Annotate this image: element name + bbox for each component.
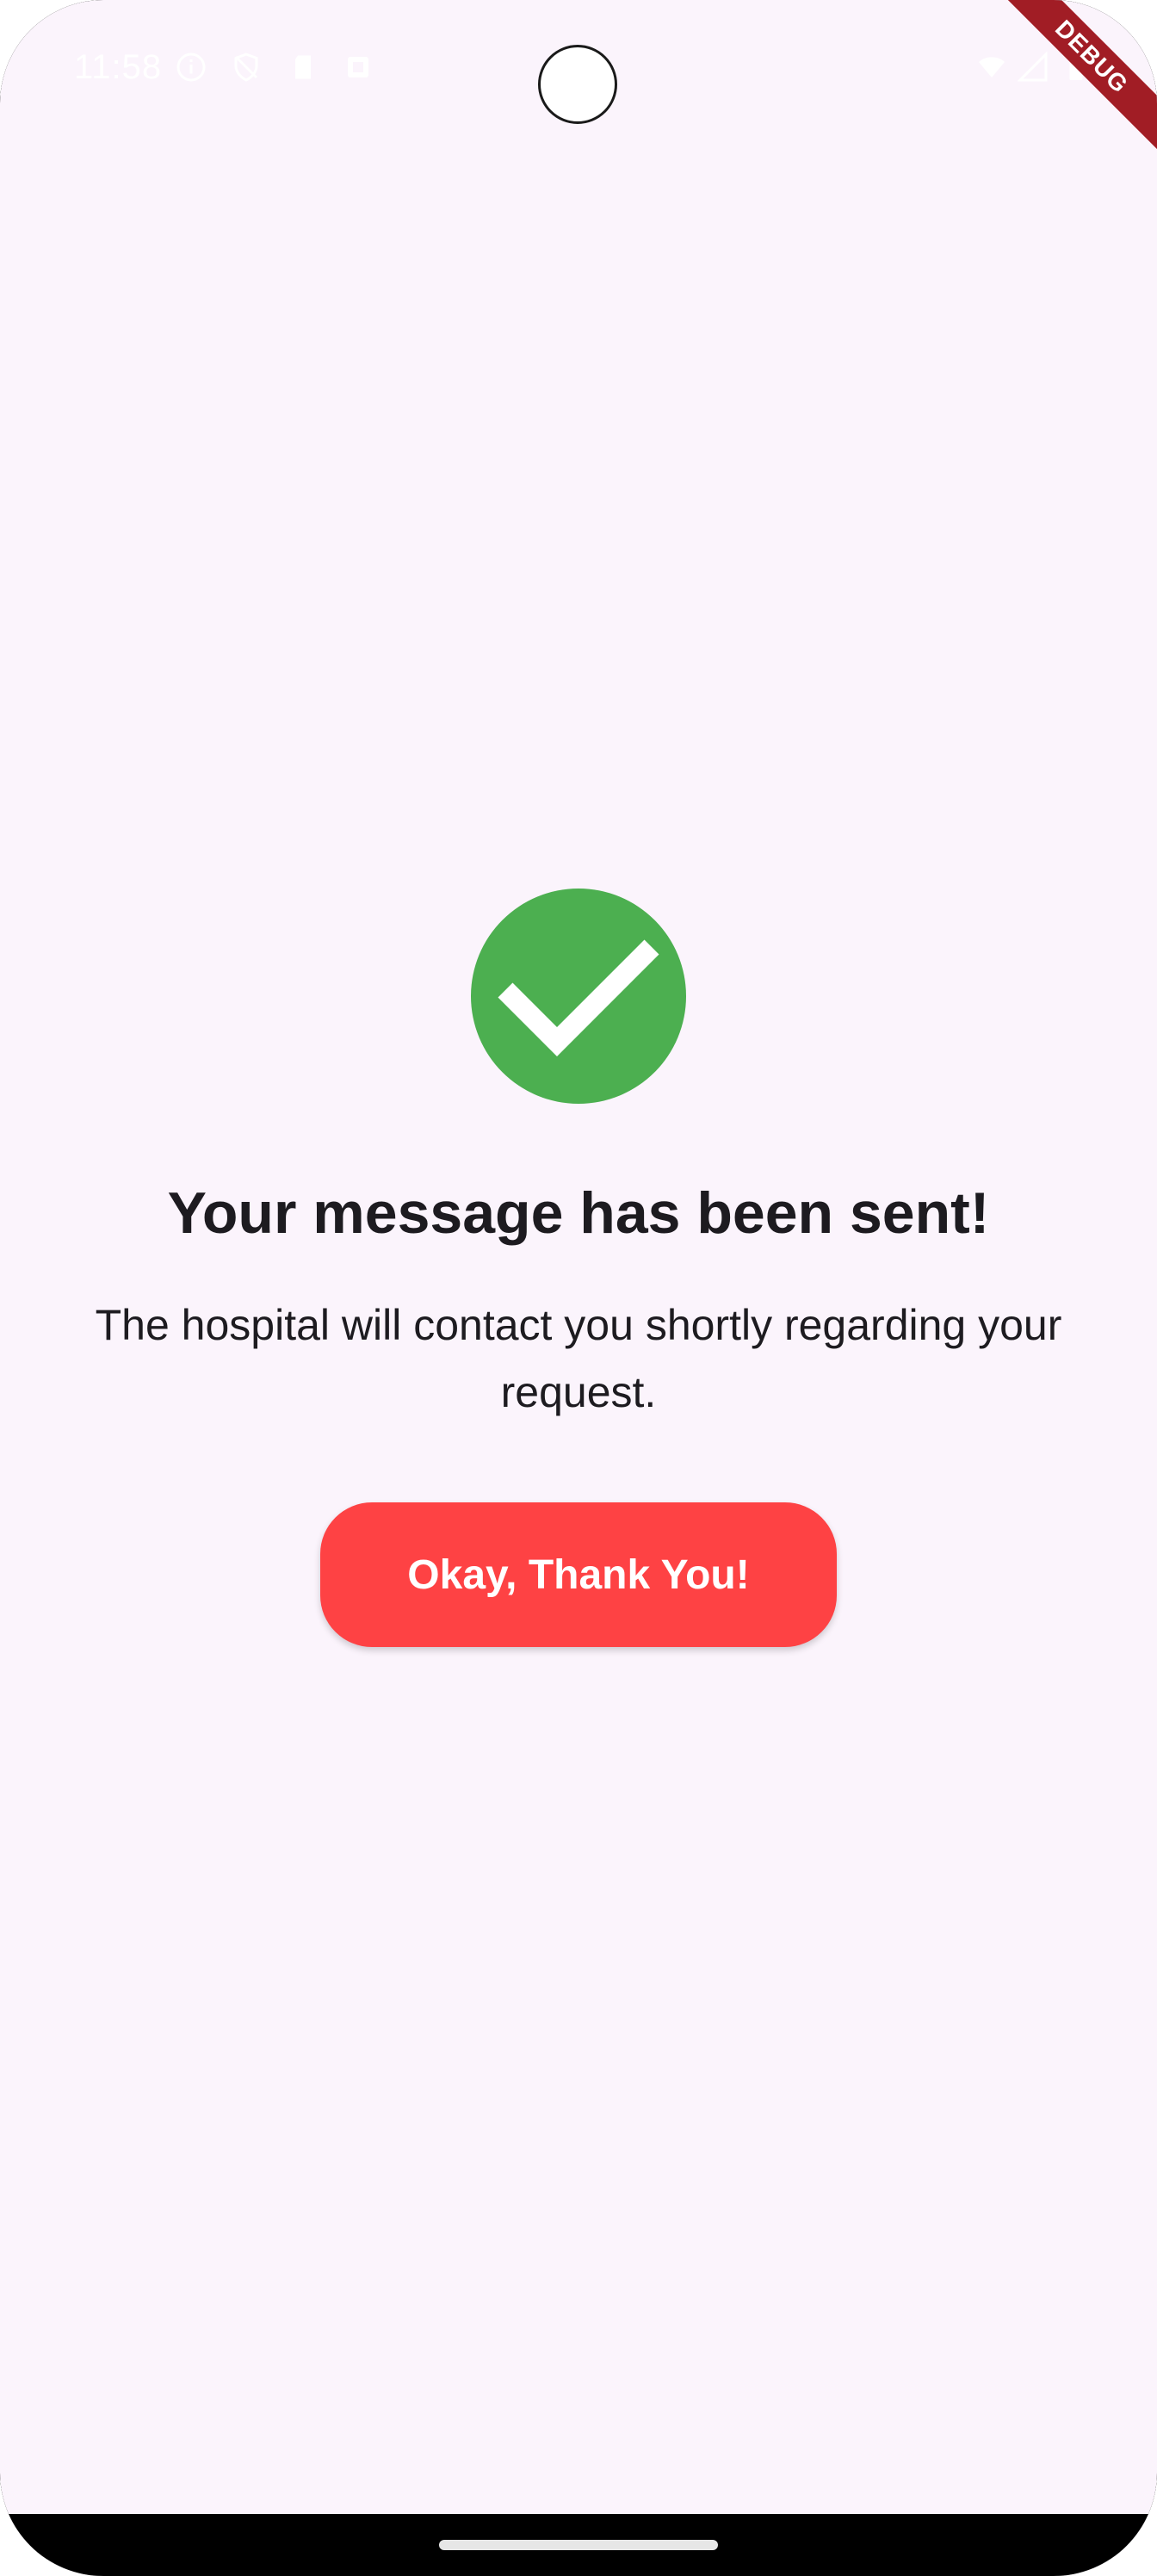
confirmation-title: Your message has been sent! bbox=[167, 1180, 990, 1246]
app-screen: 11:58 DEBUG Your message has been sent! … bbox=[0, 0, 1157, 2576]
okay-thank-you-button[interactable]: Okay, Thank You! bbox=[320, 1502, 837, 1647]
check-circle-icon bbox=[471, 889, 686, 1104]
home-indicator[interactable] bbox=[439, 2540, 718, 2550]
confirmation-content: Your message has been sent! The hospital… bbox=[0, 0, 1157, 2514]
device-frame: 11:58 DEBUG Your message has been sent! … bbox=[0, 0, 1157, 2576]
confirmation-message: The hospital will contact you shortly re… bbox=[95, 1301, 1062, 1416]
